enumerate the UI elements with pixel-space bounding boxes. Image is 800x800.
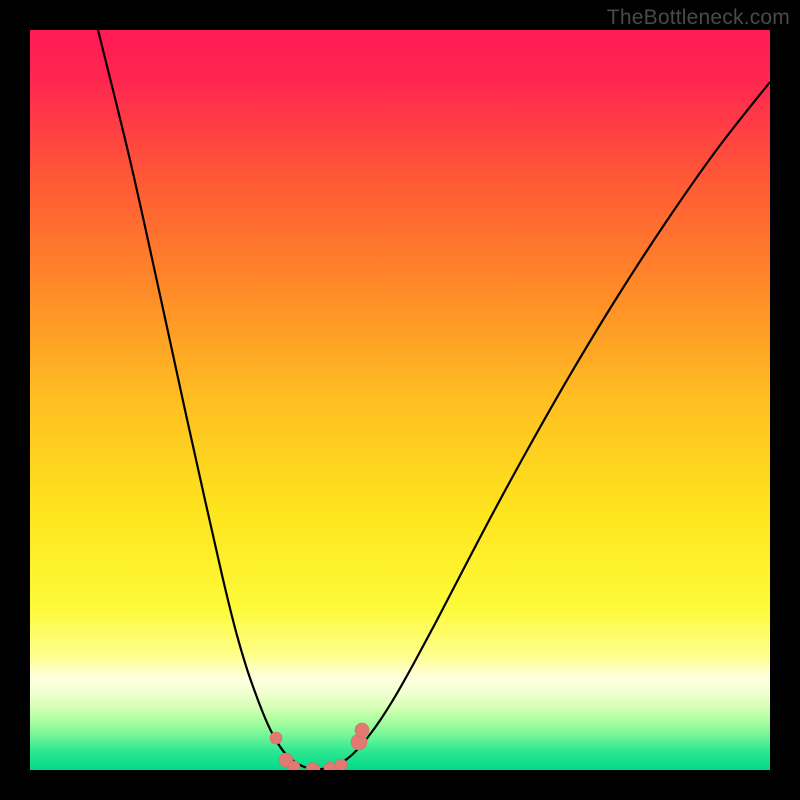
plot-area xyxy=(30,30,770,770)
curve-layer xyxy=(30,30,770,770)
bottleneck-curve xyxy=(98,30,770,769)
chart-frame: TheBottleneck.com xyxy=(0,0,800,800)
watermark-text: TheBottleneck.com xyxy=(607,6,790,30)
curve-markers xyxy=(270,723,369,770)
